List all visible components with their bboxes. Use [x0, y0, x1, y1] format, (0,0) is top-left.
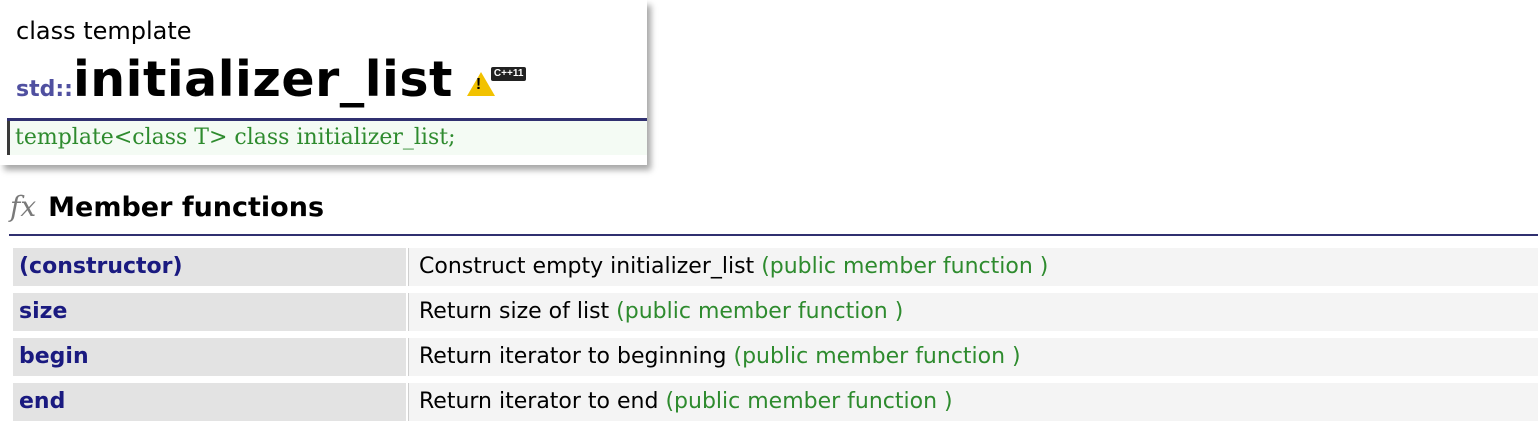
section-title: Member functions	[48, 192, 325, 223]
member-kind-tag: (public member function )	[616, 299, 904, 324]
entity-kind: class template	[16, 17, 192, 45]
member-kind-tag: (public member function )	[733, 344, 1021, 369]
section-divider	[9, 234, 1538, 236]
function-icon: fx	[10, 190, 37, 223]
declaration: template<class T> class initializer_list…	[7, 121, 647, 155]
member-description-text: Return iterator to end	[419, 389, 659, 414]
table-row: size Return size of list (public member …	[13, 293, 1538, 331]
member-description-text: Return size of list	[419, 299, 610, 324]
table-row: begin Return iterator to beginning (publ…	[13, 338, 1538, 376]
page-title: std:: initializer_list ! C++11	[16, 51, 527, 113]
cpp11-warning-icon[interactable]: ! C++11	[465, 66, 527, 96]
member-link-end[interactable]: end	[13, 383, 406, 421]
member-functions-heading: fx Member functions	[10, 190, 324, 223]
member-link-size[interactable]: size	[13, 293, 406, 331]
member-link-constructor[interactable]: (constructor)	[13, 248, 406, 286]
member-description: Return size of list (public member funct…	[408, 293, 1538, 331]
cpp11-badge: C++11	[490, 67, 527, 81]
member-description-text: Construct empty initializer_list	[419, 254, 755, 279]
member-description-text: Return iterator to beginning	[419, 344, 727, 369]
member-kind-tag: (public member function )	[761, 254, 1049, 279]
member-description: Construct empty initializer_list (public…	[408, 248, 1538, 286]
member-description: Return iterator to end (public member fu…	[408, 383, 1538, 421]
table-row: end Return iterator to end (public membe…	[13, 383, 1538, 421]
namespace-label[interactable]: std::	[16, 77, 73, 102]
class-name: initializer_list	[72, 51, 453, 108]
member-functions-table: (constructor) Construct empty initialize…	[13, 248, 1538, 421]
member-description: Return iterator to beginning (public mem…	[408, 338, 1538, 376]
table-row: (constructor) Construct empty initialize…	[13, 248, 1538, 286]
exclamation-glyph: !	[475, 76, 482, 93]
member-kind-tag: (public member function )	[665, 389, 953, 414]
header-card: class template std:: initializer_list ! …	[0, 0, 647, 165]
member-link-begin[interactable]: begin	[13, 338, 406, 376]
